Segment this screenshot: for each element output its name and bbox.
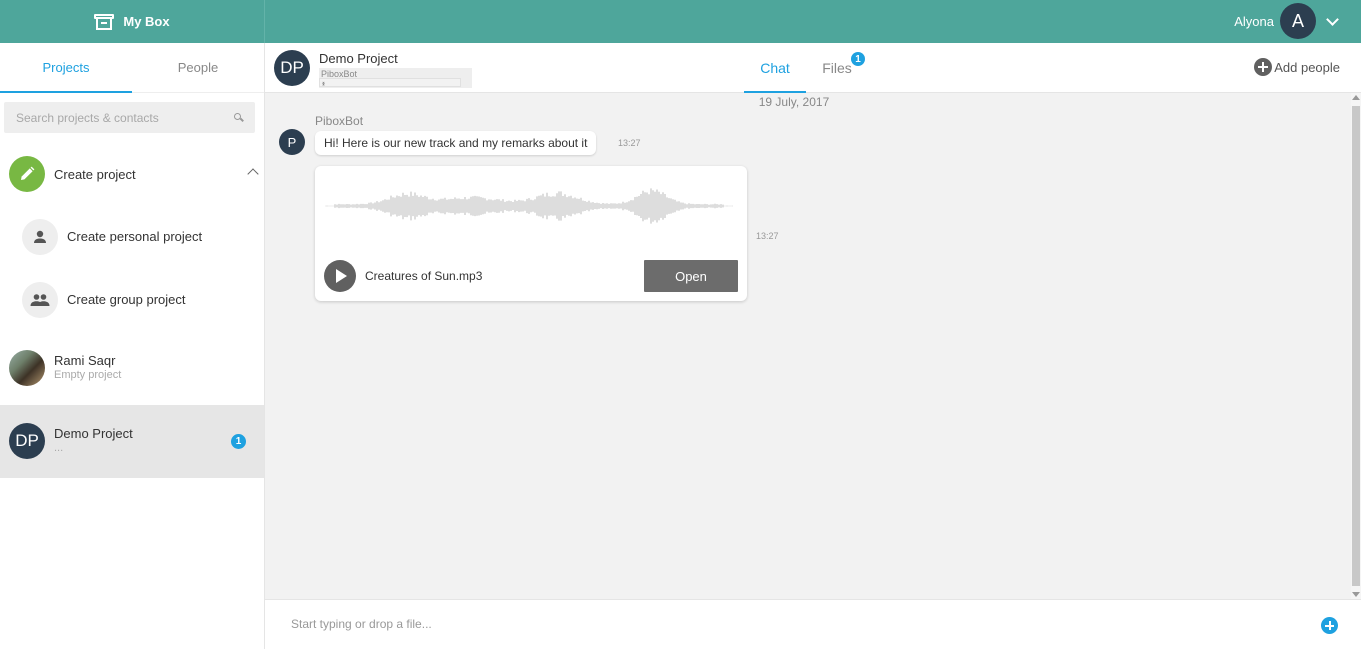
app-title: My Box (123, 14, 170, 29)
tab-files-label: Files (822, 60, 852, 76)
project-title: Demo Project (319, 51, 398, 66)
scroll-up-arrow-icon[interactable] (1352, 95, 1360, 100)
tab-files[interactable]: Files 1 (818, 43, 865, 93)
message-time: 13:27 (756, 231, 779, 241)
chat-messages: 19 July, 2017 PiboxBot P Hi! Here is our… (265, 93, 1351, 599)
chat-scrollbar[interactable] (1351, 93, 1361, 599)
tab-projects[interactable]: Projects (0, 43, 132, 93)
tab-people[interactable]: People (132, 43, 264, 92)
create-group-project-label: Create group project (67, 292, 186, 307)
create-personal-project-label: Create personal project (67, 229, 203, 244)
project-name: Demo Project (54, 426, 133, 441)
user-name: Alyona (1234, 13, 1274, 29)
waveform[interactable] (325, 178, 733, 234)
sidebar-tabs: Projects People (0, 43, 264, 93)
create-project-label: Create project (54, 166, 136, 182)
plus-circle-icon (1254, 58, 1273, 76)
open-button[interactable]: Open (644, 260, 738, 292)
message-sender: PiboxBot (315, 114, 364, 128)
unread-badge: 1 (231, 434, 246, 449)
message-bubble: Hi! Here is our new track and my remarks… (315, 131, 597, 155)
add-people-button[interactable]: Add people (1254, 58, 1340, 76)
chat-header: DP Demo Project PiboxBot ‹ › Chat Files 1… (265, 43, 1361, 93)
files-badge: 1 (851, 52, 865, 66)
sender-avatar: P (279, 129, 305, 155)
user-menu[interactable]: Alyona A (1234, 3, 1341, 39)
create-personal-project[interactable]: Create personal project (0, 217, 264, 257)
sidebar: Projects People Create project Create pe… (0, 43, 265, 649)
chevron-down-icon[interactable] (1326, 12, 1339, 26)
waveform-path (325, 188, 733, 224)
add-people-label: Add people (1274, 59, 1340, 75)
project-item-demo-project[interactable]: DP Demo Project ... 1 (0, 405, 264, 478)
message-input[interactable] (291, 617, 1291, 631)
play-icon[interactable] (324, 260, 356, 292)
attach-plus-icon[interactable] (1321, 617, 1338, 634)
audio-file-name: Creatures of Sun.mp3 (365, 269, 483, 283)
pencil-icon (9, 156, 45, 192)
chevron-up-icon[interactable] (247, 168, 259, 180)
message-time: 13:27 (618, 138, 641, 148)
scrollbar-thumb[interactable] (1352, 106, 1360, 586)
project-members: PiboxBot ‹ › (319, 68, 472, 88)
user-avatar[interactable]: A (1280, 3, 1316, 39)
audio-attachment: Creatures of Sun.mp3 Open (315, 166, 747, 301)
tab-chat[interactable]: Chat (744, 43, 806, 93)
search-icon[interactable] (234, 113, 243, 122)
person-icon (22, 219, 58, 255)
project-subtitle: ... (54, 442, 64, 454)
avatar: DP (9, 423, 45, 459)
create-group-project[interactable]: Create group project (0, 280, 264, 320)
avatar (9, 350, 45, 386)
project-item-rami-saqr[interactable]: Rami Saqr Empty project (0, 332, 264, 405)
create-project-toggle[interactable]: Create project (0, 154, 264, 194)
top-bar: My Box Alyona A (0, 0, 1361, 43)
project-subtitle: Empty project (54, 369, 122, 381)
scroll-down-arrow-icon[interactable] (1352, 592, 1360, 597)
search-input[interactable] (16, 110, 234, 125)
project-avatar: DP (274, 50, 310, 86)
group-icon (22, 282, 58, 318)
message-composer (265, 599, 1361, 649)
box-icon (94, 13, 115, 30)
my-box-button[interactable]: My Box (0, 0, 265, 43)
date-separator: 19 July, 2017 (758, 95, 830, 109)
search-box (4, 102, 255, 133)
project-name: Rami Saqr (54, 353, 116, 368)
members-scrollbar[interactable]: ‹ › (319, 78, 461, 88)
